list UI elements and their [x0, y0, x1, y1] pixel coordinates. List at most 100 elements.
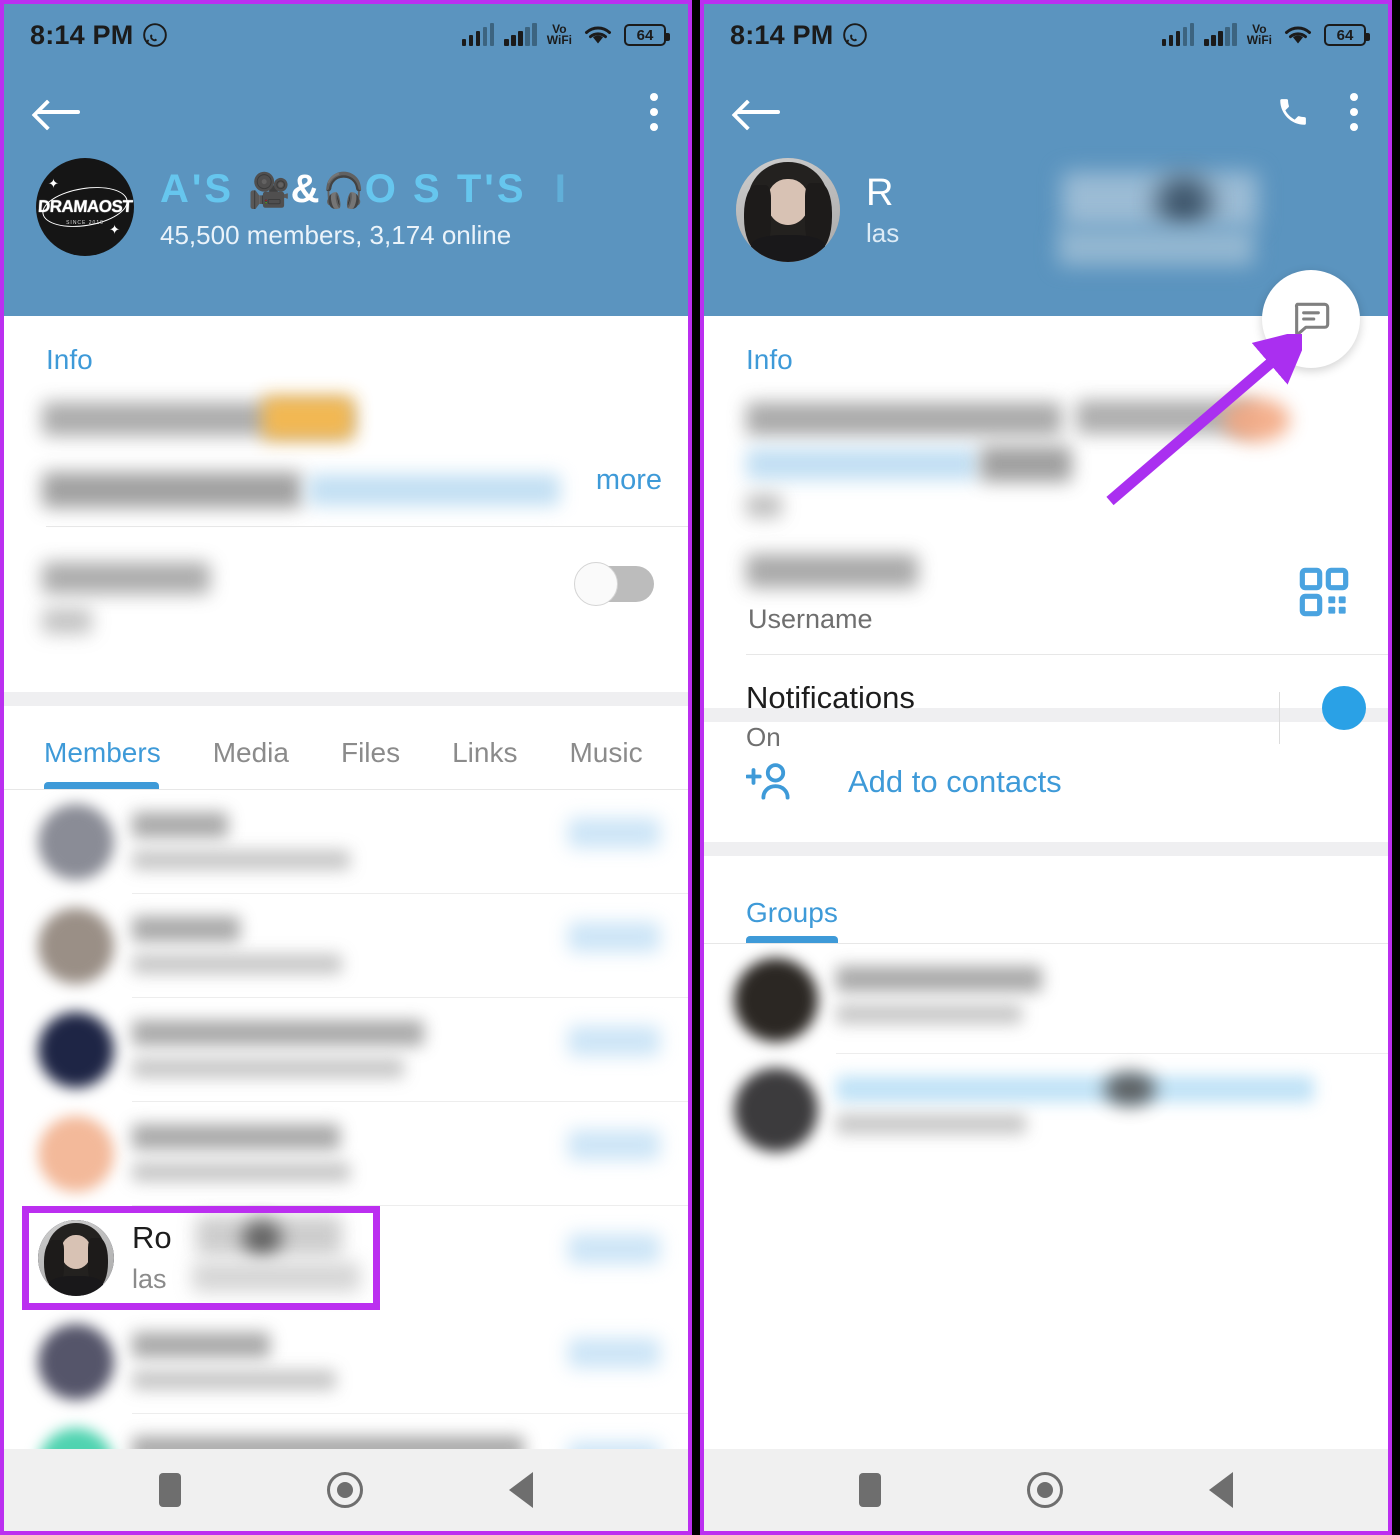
tab-links[interactable]: Links [452, 737, 545, 789]
title-char: ' [484, 167, 497, 211]
phone-icon[interactable] [1276, 95, 1310, 129]
title-ampersand: & [290, 167, 323, 211]
redacted-last-seen [1058, 228, 1254, 266]
qr-code-icon[interactable] [1298, 566, 1350, 618]
title-char: ' [191, 167, 205, 211]
contact-identity: R las [704, 158, 1388, 266]
triangle-back-icon[interactable] [509, 1472, 533, 1508]
redacted-link [308, 474, 560, 506]
circle-home-icon[interactable] [1027, 1472, 1063, 1508]
group-avatar-logo-text: DRAMAOST [37, 197, 133, 216]
content-tabs: Members Media Files Links Music [4, 706, 688, 790]
section-divider [704, 842, 1388, 856]
redacted-notifications-value [42, 608, 92, 634]
triangle-back-icon[interactable] [1209, 1472, 1233, 1508]
back-arrow-icon[interactable] [36, 97, 80, 127]
title-char: S [204, 167, 235, 211]
right-phone-panel: 8:14 PM Vo WiFi 64 R las Info Username N… [700, 0, 1392, 1535]
more-vertical-icon[interactable] [1350, 93, 1358, 131]
redacted-name [132, 916, 240, 942]
avatar-face [767, 178, 809, 225]
redacted-badge[interactable] [568, 922, 660, 952]
circle-home-icon[interactable] [327, 1472, 363, 1508]
left-content: Info more Members Media Files Links Musi… [4, 316, 688, 1504]
tab-media[interactable]: Media [213, 737, 317, 789]
group-header: ✦ ✦ DRAMAOST SINCE 2019 A'S 🎥&🎧O S T'S I… [4, 66, 688, 316]
info-redacted-block: more [4, 376, 688, 692]
signal-bars-sim2-icon [1204, 23, 1237, 46]
redacted-name [132, 1332, 270, 1358]
group-avatar[interactable]: ✦ ✦ DRAMAOST SINCE 2019 [36, 158, 134, 256]
table-row[interactable] [704, 944, 1388, 1054]
signal-bars-sim1-icon [1161, 23, 1195, 46]
redacted-status [132, 1162, 350, 1182]
table-row[interactable] [4, 1102, 688, 1206]
redacted-status [132, 850, 350, 870]
battery-level: 64 [1336, 26, 1354, 44]
android-nav-bar-right [704, 1449, 1388, 1531]
status-right-group: Vo WiFi 64 [1161, 23, 1370, 47]
table-row[interactable] [4, 790, 688, 894]
table-row[interactable] [4, 998, 688, 1102]
notifications-value: On [746, 722, 781, 752]
tab-files[interactable]: Files [341, 737, 428, 789]
table-row[interactable] [4, 1310, 688, 1414]
groups-tabs: Groups [704, 872, 1388, 944]
logo-star-icon: ✦ [109, 222, 120, 237]
notifications-row[interactable]: Notifications On [704, 658, 1388, 788]
redacted-group-name [836, 1076, 1314, 1102]
back-arrow-icon[interactable] [736, 97, 780, 127]
redacted-bio-link [746, 448, 978, 480]
avatar [38, 1324, 114, 1400]
battery-icon: 64 [624, 24, 670, 46]
toggle-track[interactable] [574, 562, 654, 606]
wifi-icon [1285, 26, 1311, 44]
redacted-contact-emoji [1156, 176, 1212, 228]
redacted-username-value [746, 554, 918, 588]
left-phone-panel: 8:14 PM Vo WiFi 64 ✦ ✦ DRAMAOST SINCE 20… [0, 0, 692, 1535]
status-bar-left: 8:14 PM Vo WiFi 64 [4, 4, 688, 66]
avatar [38, 908, 114, 984]
battery-icon: 64 [1324, 24, 1370, 46]
square-recents-icon[interactable] [859, 1473, 881, 1507]
group-members-count: 45,500 members, 3,174 online [160, 220, 512, 250]
message-fab-button[interactable] [1262, 270, 1360, 368]
group-title-block: A'S 🎥&🎧O S T'S I 45,500 members, 3,174 o… [160, 158, 569, 251]
group-identity: ✦ ✦ DRAMAOST SINCE 2019 A'S 🎥&🎧O S T'S I… [4, 158, 688, 256]
avatar-body [750, 234, 826, 262]
toggle-knob [1322, 686, 1366, 730]
vowifi-icon: Vo WiFi [1247, 23, 1272, 46]
notifications-label: Notifications [746, 680, 915, 715]
title-char: O [364, 167, 399, 211]
more-vertical-icon[interactable] [650, 93, 658, 131]
whatsapp-icon [843, 23, 868, 47]
group-title: A'S 🎥&🎧O S T'S I [160, 167, 569, 211]
tab-groups[interactable]: Groups [746, 897, 838, 943]
tab-members[interactable]: Members [44, 737, 189, 789]
contact-avatar[interactable] [736, 158, 840, 262]
table-row[interactable] [704, 1054, 1388, 1164]
contact-info-block: Username Notifications On [704, 376, 1388, 752]
tab-music[interactable]: Music [569, 737, 670, 789]
table-row-highlighted[interactable]: Ro las [4, 1206, 688, 1310]
redacted-badge[interactable] [568, 1130, 660, 1160]
status-left-group: 8:14 PM [30, 20, 168, 51]
redacted-group-sub [836, 1004, 1022, 1024]
vowifi-line2: WiFi [546, 33, 572, 47]
more-link[interactable]: more [596, 464, 662, 497]
redacted-badge[interactable] [568, 1234, 660, 1264]
members-list: Ro las [4, 790, 688, 1518]
redacted-badge[interactable] [568, 818, 660, 848]
notifications-toggle[interactable] [574, 562, 654, 606]
avatar [734, 958, 818, 1042]
square-recents-icon[interactable] [159, 1473, 181, 1507]
table-row[interactable] [4, 894, 688, 998]
redacted-badge[interactable] [568, 1338, 660, 1368]
redacted-badge[interactable] [568, 1026, 660, 1056]
redacted-status [132, 1370, 336, 1390]
header-right-icons [1276, 93, 1358, 131]
redacted-notifications-label [42, 562, 210, 594]
redacted-bio-line [746, 402, 1062, 436]
redacted-group-name [836, 966, 1042, 992]
status-left-group: 8:14 PM [730, 20, 868, 51]
